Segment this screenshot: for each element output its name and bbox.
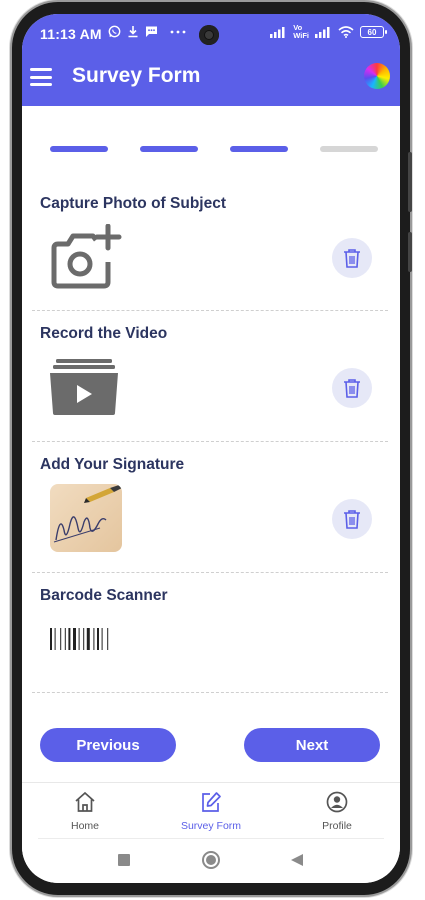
- next-button[interactable]: Next: [244, 728, 380, 762]
- barcode-bar: [101, 628, 103, 650]
- hamburger-menu-icon[interactable]: [30, 66, 52, 88]
- battery-icon: 60: [360, 26, 387, 38]
- color-wheel-icon[interactable]: [364, 63, 390, 89]
- recent-apps-button[interactable]: [118, 854, 130, 866]
- status-bar: 11:13 AM Vo WiFi 60: [22, 14, 400, 54]
- nav-item-survey-form[interactable]: Survey Form: [166, 791, 256, 832]
- trash-icon: [344, 249, 360, 268]
- battery-level: 60: [367, 27, 377, 37]
- top-bar: 11:13 AM Vo WiFi 60 Survey Form: [22, 14, 400, 106]
- app-title: Survey Form: [72, 64, 201, 87]
- signal-icon-2: [315, 27, 330, 38]
- system-nav-divider: [38, 838, 384, 839]
- home-button[interactable]: [202, 851, 220, 869]
- more-dots-icon: [170, 30, 186, 33]
- barcode-bar: [78, 628, 80, 650]
- barcode-section-title: Barcode Scanner: [40, 587, 168, 604]
- whatsapp-icon: [108, 25, 121, 38]
- status-time: 11:13 AM: [40, 26, 102, 42]
- front-camera: [199, 25, 219, 45]
- phone-frame: 11:13 AM Vo WiFi 60 Survey Form Capture …: [12, 2, 412, 895]
- screen: 11:13 AM Vo WiFi 60 Survey Form Capture …: [22, 14, 400, 883]
- system-navigation-bar: [22, 838, 400, 883]
- bottom-navigation: Home Survey Form Profile: [22, 782, 400, 838]
- progress-step-1: [50, 146, 108, 152]
- barcode-icon[interactable]: [50, 628, 122, 650]
- volume-button: [408, 152, 412, 212]
- barcode-bar: [107, 628, 109, 650]
- barcode-bar: [86, 628, 90, 650]
- barcode-bar: [97, 628, 99, 650]
- progress-step-4: [320, 146, 378, 152]
- progress-steps: [50, 146, 378, 152]
- barcode-bar: [50, 628, 52, 650]
- video-folder-icon[interactable]: [50, 359, 118, 415]
- wifi-label: WiFi: [293, 31, 309, 40]
- signature-section-title: Add Your Signature: [40, 456, 185, 473]
- barcode-bar: [93, 628, 95, 650]
- delete-photo-button[interactable]: [332, 238, 372, 278]
- barcode-bar: [68, 628, 71, 650]
- nav-label-survey-form: Survey Form: [180, 820, 242, 832]
- trash-icon: [344, 379, 360, 398]
- download-icon: [128, 26, 138, 38]
- barcode-bar: [60, 628, 62, 650]
- trash-icon: [344, 510, 360, 529]
- profile-icon: [326, 791, 348, 813]
- progress-step-2: [140, 146, 198, 152]
- barcode-bar: [54, 628, 56, 650]
- nav-label-home: Home: [70, 820, 99, 832]
- nav-label-profile: Profile: [322, 820, 352, 832]
- section-divider: [32, 310, 388, 311]
- wifi-icon: [338, 26, 354, 38]
- signature-image[interactable]: [50, 484, 122, 552]
- power-button: [408, 232, 412, 272]
- message-icon: [146, 26, 157, 37]
- delete-video-button[interactable]: [332, 368, 372, 408]
- status-left-icons: [108, 25, 186, 38]
- barcode-bar: [64, 628, 66, 650]
- section-divider: [32, 441, 388, 442]
- section-divider: [32, 572, 388, 573]
- barcode-bar: [73, 628, 76, 650]
- back-button[interactable]: [290, 853, 304, 867]
- nav-item-profile[interactable]: Profile: [292, 791, 382, 832]
- edit-form-icon: [202, 792, 221, 812]
- app-bar: Survey Form: [22, 56, 400, 106]
- video-section-title: Record the Video: [40, 325, 168, 342]
- barcode-bar: [83, 628, 85, 650]
- section-divider: [32, 692, 388, 693]
- home-icon: [75, 791, 95, 812]
- previous-button[interactable]: Previous: [40, 728, 176, 762]
- progress-step-3: [230, 146, 288, 152]
- nav-item-home[interactable]: Home: [40, 791, 130, 832]
- photo-section-title: Capture Photo of Subject: [40, 195, 226, 212]
- delete-signature-button[interactable]: [332, 499, 372, 539]
- vo-wifi-label: Vo WiFi: [293, 24, 309, 40]
- status-right-icons: Vo WiFi 60: [270, 24, 387, 40]
- signal-icon: [270, 27, 285, 38]
- add-camera-icon[interactable]: [50, 223, 122, 290]
